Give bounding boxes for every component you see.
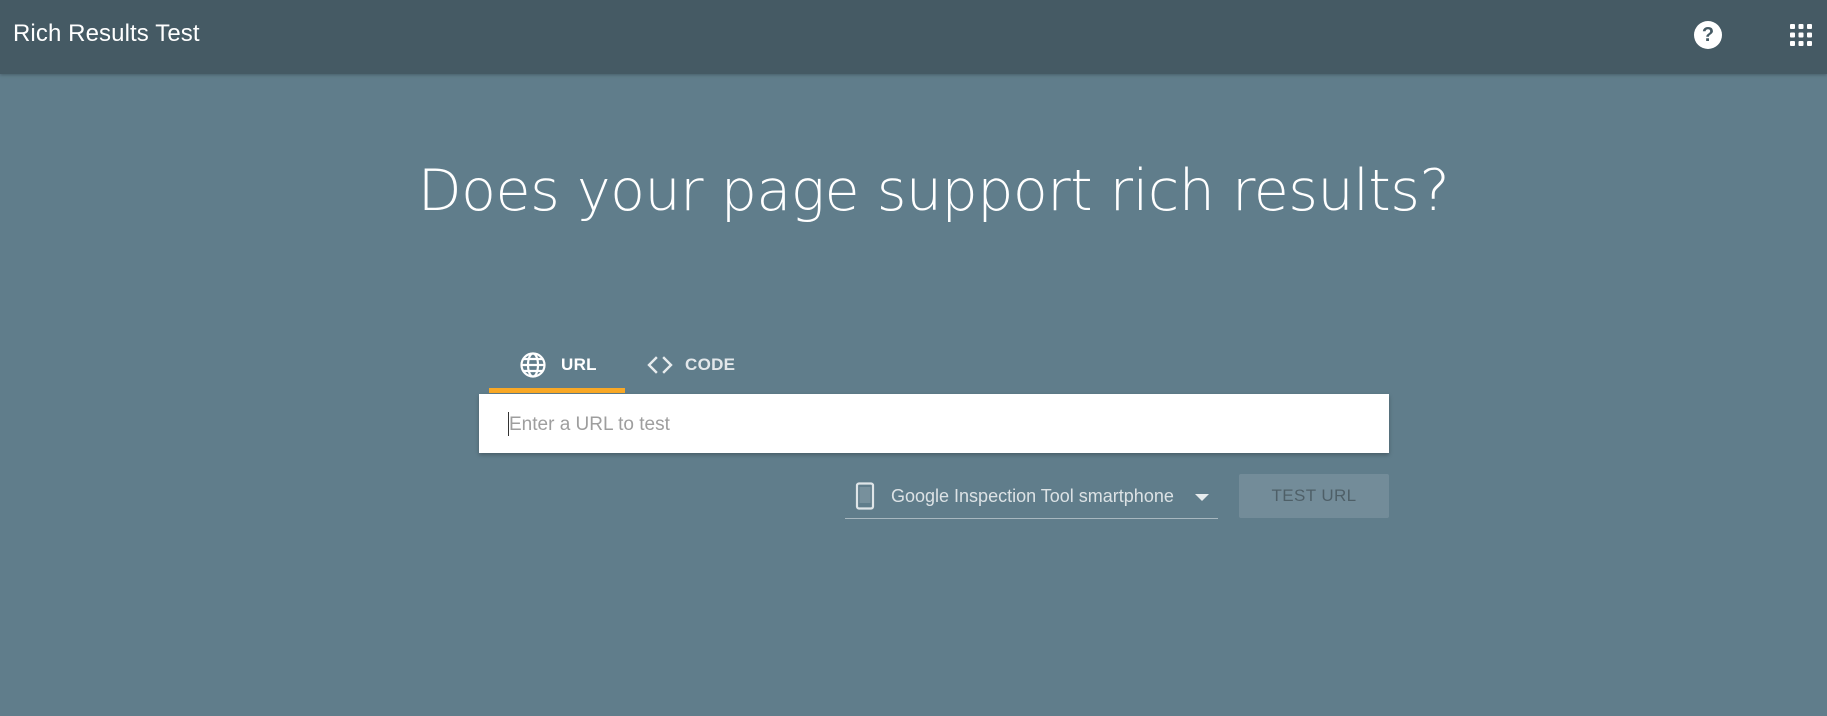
code-brackets-icon [647,356,673,374]
tab-url-label: URL [561,355,597,374]
smartphone-icon [855,482,875,510]
url-input[interactable] [507,394,1371,455]
test-url-button[interactable]: TEST URL [1239,474,1389,518]
url-input-container [479,394,1389,455]
page-headline: Does your page support rich results? [417,158,1450,224]
apps-grid-icon[interactable] [1788,22,1814,48]
tab-url[interactable]: URL [489,335,625,393]
device-dropdown[interactable]: Google Inspection Tool smartphone [845,474,1218,519]
text-cursor [508,412,509,436]
device-dropdown-value: Google Inspection Tool smartphone [891,486,1174,506]
help-icon[interactable]: ? [1694,21,1722,49]
app-title: Rich Results Test [13,20,200,47]
tab-code-label: CODE [685,355,736,374]
tab-code[interactable]: CODE [637,335,747,393]
chevron-down-icon [1195,494,1209,501]
globe-icon [520,352,546,378]
top-app-bar: Rich Results Test ? [0,0,1827,74]
tab-selected-indicator [489,388,625,393]
